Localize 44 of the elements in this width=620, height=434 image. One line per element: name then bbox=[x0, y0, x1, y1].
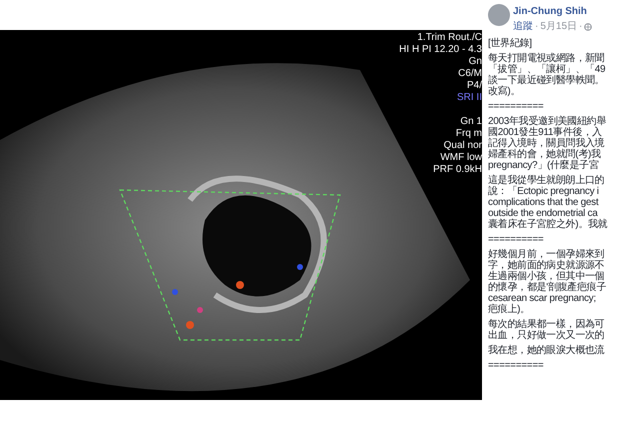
post-text-line: 記得入境時，關員問我入境 bbox=[488, 138, 606, 149]
scan-setting-text: Gn 1 bbox=[460, 116, 482, 128]
scan-setting-text: C6/M bbox=[458, 68, 482, 80]
post-text-line: outside the endometrial ca bbox=[488, 208, 598, 219]
post-text-line: 談一下最近碰到醫學軼聞。 bbox=[488, 75, 606, 86]
post-text-line: cesarean scar pregnancy; bbox=[488, 293, 597, 304]
scan-setting-text: Qual nor bbox=[444, 140, 482, 152]
scan-setting-text: Frq m bbox=[456, 128, 482, 140]
post-text-line: 「拔管」、「讓柯」、「49 bbox=[488, 64, 606, 75]
post-text-line: 生過兩個小孩，但其中一個 bbox=[488, 271, 606, 282]
post-text-line: ========== bbox=[488, 101, 544, 112]
separator-dot: · bbox=[535, 20, 538, 34]
separator-dot: · bbox=[579, 20, 582, 34]
post-text-line: ========== bbox=[488, 360, 544, 371]
post-text-line: 國2001發生911事件後，入 bbox=[488, 127, 602, 138]
post-text-line: 改寫)。 bbox=[488, 86, 522, 97]
scan-setting-text: WMF low bbox=[440, 152, 482, 164]
post-text-line: 字，她前面的病史就源源不 bbox=[488, 260, 606, 271]
scan-setting-text: SRI II bbox=[456, 92, 482, 104]
post-text-line: 好幾個月前，一個孕婦來到 bbox=[488, 249, 606, 260]
post-text-line: 婦產科的會，她就問(考)我 bbox=[488, 149, 602, 160]
post-text-line: 這是我從學生就朗朗上口的 bbox=[488, 175, 606, 186]
author-name[interactable]: Jin-Chung Shih bbox=[513, 4, 592, 19]
scan-setting-text: P4/ bbox=[466, 80, 482, 92]
post-text-line: 每次的結果都一樣，因為可 bbox=[488, 319, 606, 330]
scan-setting-text: PRF 0.9kH bbox=[433, 164, 482, 176]
post-text-line: 的懷孕，都是'剖腹產疤痕子 bbox=[488, 282, 608, 293]
post-text-line: 囊着床在子宮腔之外)。我就 bbox=[488, 219, 608, 230]
post-text-line: ========== bbox=[488, 234, 544, 245]
post-text-line: complications that the gest bbox=[488, 197, 600, 208]
scan-setting-text: HI H PI 12.20 - 4.3 bbox=[399, 44, 482, 56]
follow-link[interactable]: 追蹤 bbox=[513, 19, 533, 34]
post-text-line: 每天打開電視或網路，新聞 bbox=[488, 53, 606, 64]
scan-setting-text: 1.Trim Rout./C bbox=[417, 32, 482, 44]
post-text-line: pregnancy?」(什麼是子宮 bbox=[488, 160, 600, 171]
scan-setting-text: Gn bbox=[468, 56, 482, 68]
post-text-line: 疤痕上)。 bbox=[488, 304, 531, 315]
post-text-line: [世界紀錄] bbox=[488, 38, 533, 49]
post-text-line: 2003年我受邀到美國紐約舉 bbox=[488, 116, 608, 127]
post-text-line: 出血，只好做一次又一次的 bbox=[488, 330, 606, 341]
post-text-line: 說：「Ectopic pregnancy i bbox=[488, 186, 600, 197]
globe-icon bbox=[584, 22, 592, 30]
avatar[interactable] bbox=[488, 4, 510, 26]
post-text-line: 我在想，她的眼淚大概也流 bbox=[488, 345, 606, 356]
